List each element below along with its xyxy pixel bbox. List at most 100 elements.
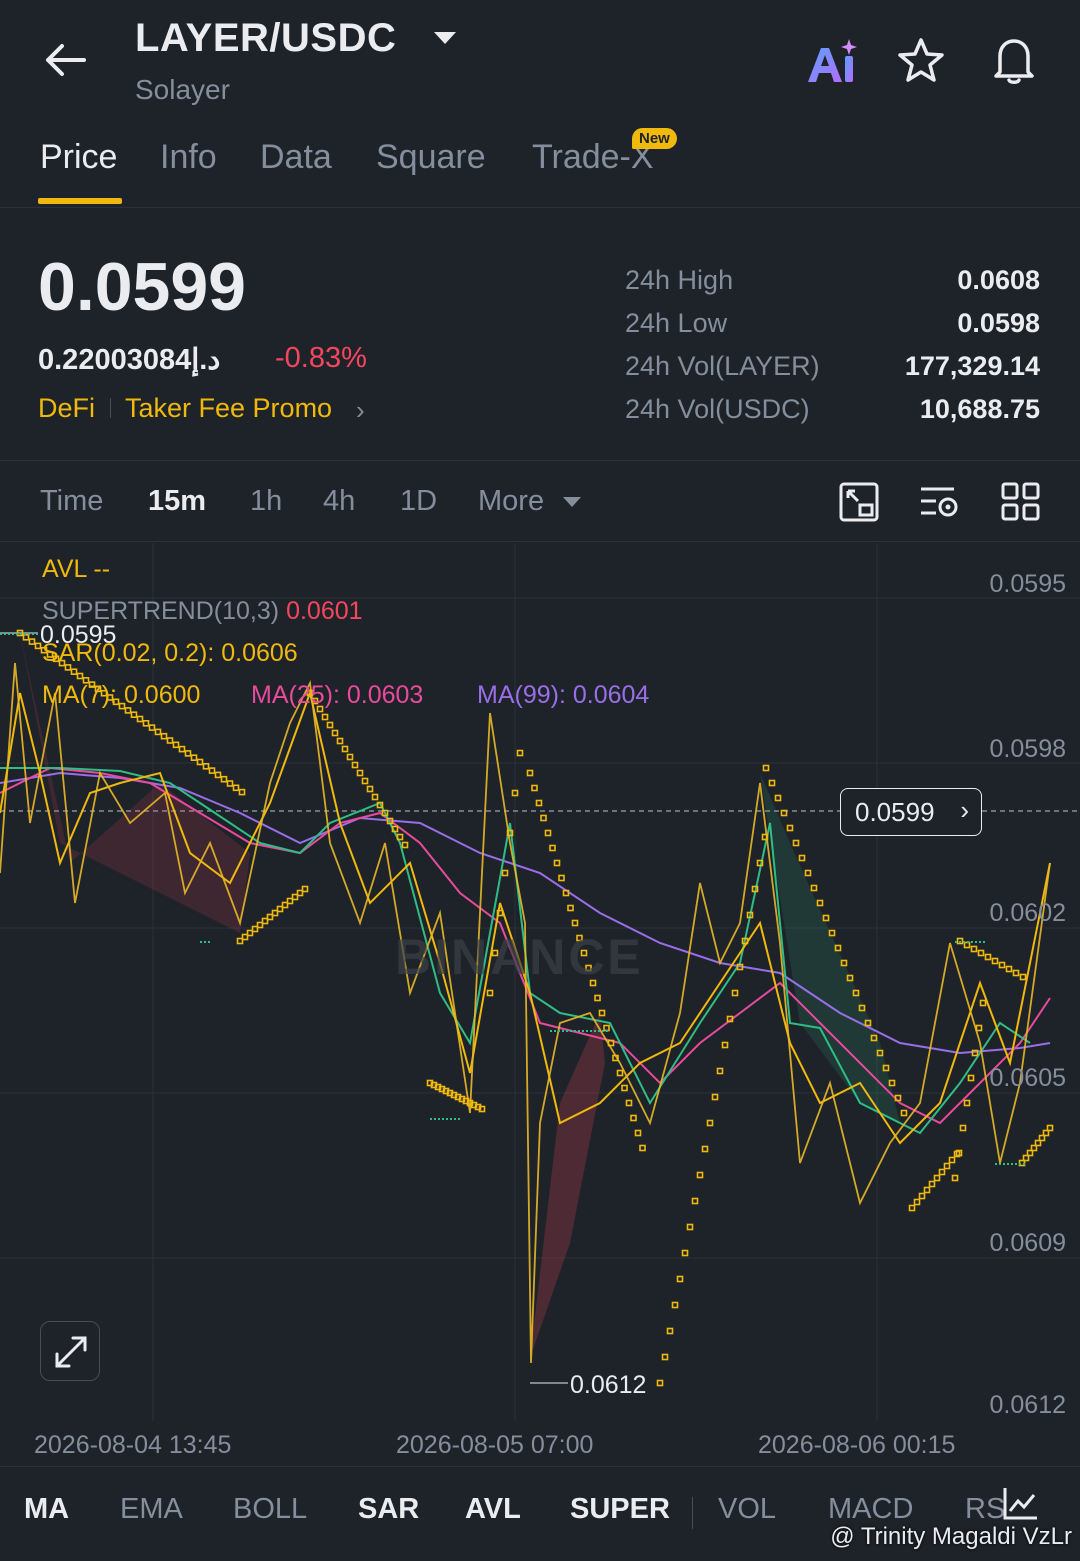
stat-value: 0.0608	[957, 265, 1040, 295]
sar-dot	[888, 1079, 896, 1087]
supertrend-dot	[955, 941, 957, 943]
sar-dot	[1046, 1124, 1054, 1132]
interval-15m[interactable]: 15m	[148, 485, 206, 518]
ma7-line	[0, 689, 1051, 1145]
sar-dot	[913, 1198, 921, 1206]
current-price-tag[interactable]: 0.0599 ›	[840, 788, 982, 836]
sar-dot	[933, 1174, 941, 1182]
price-change: -0.83%	[275, 342, 367, 374]
supertrend-dot	[442, 1118, 444, 1120]
supertrend-dot	[454, 1118, 456, 1120]
interval-1d[interactable]: 1D	[400, 485, 437, 518]
current-price-value: 0.0599	[855, 797, 935, 827]
indicator-avl[interactable]: AVL	[465, 1493, 521, 1526]
supertrend-dot	[8, 633, 10, 635]
sar-dot	[894, 1094, 902, 1102]
indicator-ema[interactable]: EMA	[120, 1493, 183, 1526]
sar-dot	[963, 1099, 971, 1107]
sar-dot	[478, 1105, 486, 1113]
sar-dot	[991, 957, 999, 965]
caret-down-icon[interactable]	[562, 495, 582, 509]
supertrend-dot	[4, 633, 6, 635]
sar-dot	[630, 1114, 637, 1122]
sar-dot	[963, 941, 971, 949]
stat-label: 24h Low	[625, 308, 728, 338]
sar-dot	[656, 1379, 664, 1387]
supertrend-dot	[959, 941, 961, 943]
supertrend-dot	[1011, 1163, 1013, 1165]
bell-icon[interactable]	[988, 34, 1040, 86]
sar-dot	[984, 953, 992, 961]
star-icon[interactable]	[896, 36, 946, 84]
sar-dot	[346, 753, 354, 761]
avl-legend: AVL --	[42, 555, 111, 583]
indicator-macd[interactable]: MACD	[828, 1493, 913, 1526]
x-axis-tick: 2026-08-05 07:00	[396, 1431, 594, 1459]
promo-link[interactable]: Taker Fee Promo	[125, 393, 332, 424]
indicator-boll[interactable]: BOLL	[233, 1493, 307, 1526]
interval-more[interactable]: More	[478, 485, 544, 518]
stat-value: 10,688.75	[919, 394, 1040, 424]
sar-dot	[970, 945, 978, 953]
price-chart[interactable]: BINANCE AVL -- SUPERTREND(10,3) 0.0601 S…	[0, 543, 1080, 1423]
indicator-vol[interactable]: VOL	[718, 1493, 776, 1526]
sar-dot	[621, 1084, 628, 1092]
supertrend-dot	[208, 941, 210, 943]
sar-dot	[948, 1156, 956, 1164]
interval-1h[interactable]: 1h	[250, 485, 282, 518]
sar-dot	[756, 859, 764, 867]
pair-title[interactable]: LAYER/USDC	[135, 16, 396, 61]
sar-dot	[798, 854, 806, 862]
sar-dot	[567, 904, 574, 912]
sar-dot	[166, 737, 174, 744]
supertrend-dot	[983, 941, 985, 943]
indicator-sar[interactable]: SAR	[358, 1493, 419, 1526]
chevron-right-icon[interactable]: ›	[356, 395, 365, 426]
sar-dot	[70, 668, 78, 675]
sar-dot	[943, 1162, 951, 1170]
supertrend-dot	[1023, 1163, 1025, 1165]
sar-dot	[998, 961, 1006, 969]
sar-dot	[331, 729, 339, 737]
supertrend-dot	[12, 633, 14, 635]
back-arrow-icon[interactable]	[40, 38, 90, 82]
supertrend-dot	[967, 941, 969, 943]
sar-dot	[396, 833, 404, 841]
x-axis-tick: 2026-08-06 00:15	[758, 1431, 956, 1459]
tab-info[interactable]: Info	[160, 138, 217, 177]
interval-4h[interactable]: 4h	[323, 485, 355, 518]
interval-time[interactable]: Time	[40, 485, 103, 518]
sar-dot	[979, 999, 987, 1007]
sar-dot	[531, 784, 538, 792]
caret-down-icon[interactable]	[432, 28, 458, 48]
sar-dot	[761, 833, 769, 841]
tab-square[interactable]: Square	[376, 138, 486, 177]
tag-divider	[110, 398, 111, 418]
sar-dot	[634, 1129, 642, 1137]
expand-button[interactable]	[40, 1321, 100, 1381]
chart-type-icon[interactable]	[1002, 1485, 1040, 1521]
indicator-super[interactable]: SUPER	[570, 1493, 670, 1526]
grid-layout-icon[interactable]	[1000, 481, 1042, 523]
supertrend-dot	[458, 1118, 460, 1120]
sar-dot	[321, 713, 329, 721]
tab-data[interactable]: Data	[260, 138, 332, 177]
indicator-settings-icon[interactable]	[918, 481, 960, 523]
supertrend-dot	[963, 941, 965, 943]
supertrend-dot	[438, 1118, 440, 1120]
supertrend-dot	[594, 1030, 596, 1032]
indicator-ma[interactable]: MA	[24, 1493, 69, 1526]
y-axis-tick: 0.0602	[989, 899, 1066, 927]
fullscreen-icon[interactable]	[838, 481, 880, 523]
sar-dot	[721, 1041, 729, 1049]
supertrend-value: 0.0601	[286, 597, 363, 625]
tab-price[interactable]: Price	[40, 138, 117, 177]
category-tag[interactable]: DeFi	[38, 393, 95, 424]
supertrend-dot	[586, 1030, 588, 1032]
indicator-rsi[interactable]: RS	[965, 1493, 1005, 1526]
watermark-credit: @ Trinity Magaldi VzLr	[830, 1523, 1072, 1550]
sar-dot	[202, 763, 210, 770]
sar-dot	[562, 889, 570, 897]
ai-icon[interactable]	[805, 36, 857, 86]
sar-dot	[526, 769, 534, 777]
